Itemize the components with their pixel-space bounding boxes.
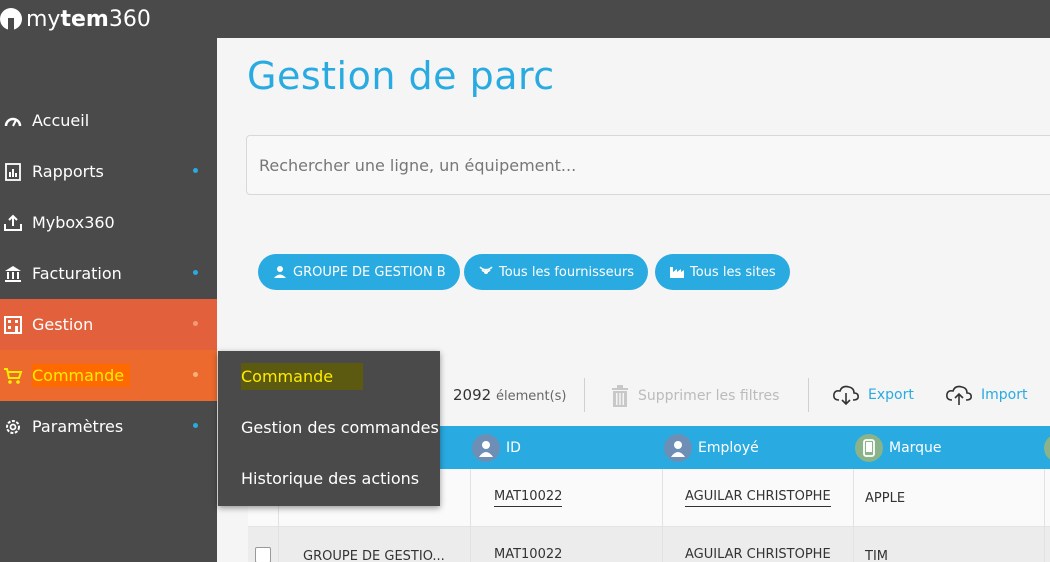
- factory-icon: [669, 265, 685, 279]
- building-icon: [2, 315, 24, 335]
- cell-employee-text: AGUILAR CHRISTOPHE: [685, 489, 831, 507]
- user-group-icon: [272, 265, 288, 279]
- sidebar: Accueil Rapports Mybox360 Facturation Ge…: [0, 38, 217, 562]
- sidebar-item-label: Accueil: [32, 111, 90, 130]
- cell-employee[interactable]: AGUILAR CHRISTOPHE: [685, 527, 831, 562]
- column-divider: [470, 469, 471, 527]
- top-bar: my tem 360: [0, 0, 1050, 38]
- submenu-dot: [193, 372, 198, 377]
- logo-mark-icon: [0, 8, 22, 30]
- column-divider: [662, 527, 663, 562]
- search-input[interactable]: [246, 135, 1050, 195]
- report-icon: [2, 162, 24, 182]
- clear-filters-label: Supprimer les filtres: [638, 388, 780, 404]
- user-avatar-icon: [664, 433, 692, 462]
- cell-id[interactable]: MAT10022: [494, 469, 563, 527]
- signal-icon: [478, 264, 494, 280]
- cell-group: GROUPE DE GESTIO...: [303, 548, 445, 562]
- commande-submenu: Commande Gestion des commandes Historiqu…: [218, 351, 440, 506]
- column-label: Marque: [889, 439, 942, 456]
- row-checkbox[interactable]: [255, 547, 271, 562]
- column-label: ID: [506, 439, 521, 456]
- import-button[interactable]: Import: [945, 384, 1027, 406]
- filter-chip-sites[interactable]: Tous les sites: [655, 254, 790, 290]
- column-label: Employé: [698, 439, 759, 456]
- column-divider: [853, 469, 854, 527]
- column-header-marque[interactable]: Marque: [855, 426, 942, 469]
- cell-id-text: MAT10022: [494, 489, 563, 507]
- sidebar-item-label: Rapports: [32, 162, 104, 181]
- user-avatar-icon: [472, 433, 500, 462]
- table-row[interactable]: GROUPE DE GESTIO... MAT10022 AGUILAR CHR…: [248, 527, 1050, 562]
- sidebar-item-label: Mybox360: [32, 213, 115, 232]
- sidebar-item-label: Paramètres: [32, 417, 124, 436]
- count-value: 2092: [453, 386, 492, 404]
- submenu-dot: [193, 423, 198, 428]
- sidebar-item-mybox360[interactable]: Mybox360: [0, 197, 217, 248]
- export-button[interactable]: Export: [832, 384, 914, 406]
- column-header-id[interactable]: ID: [472, 426, 521, 469]
- clear-filters-button[interactable]: Supprimer les filtres: [610, 384, 779, 408]
- submenu-dot: [193, 321, 198, 326]
- brand-360: 360: [108, 6, 151, 32]
- column-divider: [662, 469, 663, 527]
- cell-id[interactable]: MAT10022: [494, 527, 562, 562]
- sidebar-item-accueil[interactable]: Accueil: [0, 95, 217, 146]
- sidebar-item-label: Gestion: [32, 315, 94, 334]
- column-header-employe[interactable]: Employé: [664, 426, 759, 469]
- cell-id-text: MAT10022: [494, 547, 562, 562]
- sidebar-item-gestion[interactable]: Gestion: [0, 299, 217, 350]
- sidebar-item-commande[interactable]: Commande: [0, 350, 217, 401]
- count-unit: élement(s): [495, 389, 567, 404]
- sidebar-item-label: Commande: [32, 364, 131, 387]
- column-divider: [278, 527, 279, 562]
- export-label: Export: [868, 387, 914, 403]
- column-divider: [1044, 527, 1045, 562]
- phone-icon: [855, 433, 883, 462]
- filter-chip-label: Tous les sites: [690, 264, 776, 280]
- submenu-item-gestion-commandes[interactable]: Gestion des commandes: [241, 418, 439, 437]
- inbox-upload-icon: [2, 213, 24, 233]
- import-label: Import: [981, 387, 1028, 403]
- filter-chip-suppliers[interactable]: Tous les fournisseurs: [464, 254, 648, 290]
- gauge-icon: [2, 111, 24, 131]
- filter-chip-group[interactable]: GROUPE DE GESTION B: [258, 254, 460, 290]
- cell-brand: APPLE: [865, 490, 906, 506]
- brand-tem: tem: [60, 6, 109, 32]
- gear-icon: [2, 417, 24, 437]
- submenu-dot: [193, 270, 198, 275]
- submenu-item-historique-actions[interactable]: Historique des actions: [241, 469, 419, 488]
- filter-chip-label: GROUPE DE GESTION B: [293, 264, 446, 280]
- submenu-item-commande[interactable]: Commande: [241, 363, 364, 390]
- column-header-avatar-partial: [1044, 434, 1050, 462]
- filter-chip-label: Tous les fournisseurs: [499, 264, 634, 280]
- brand-logo[interactable]: my tem 360: [0, 4, 151, 34]
- column-divider: [853, 527, 854, 562]
- column-divider: [1044, 469, 1045, 527]
- brand-my: my: [26, 6, 61, 32]
- column-divider: [470, 527, 471, 562]
- cell-employee-text: AGUILAR CHRISTOPHE: [685, 547, 831, 562]
- toolbar-divider: [808, 378, 809, 412]
- cloud-download-icon: [832, 384, 860, 406]
- cloud-upload-icon: [945, 384, 973, 406]
- bank-icon: [2, 264, 24, 284]
- sidebar-item-facturation[interactable]: Facturation: [0, 248, 217, 299]
- trash-icon: [610, 384, 630, 408]
- page-title: Gestion de parc: [247, 54, 555, 98]
- sidebar-item-rapports[interactable]: Rapports: [0, 146, 217, 197]
- element-count: 2092 élement(s): [453, 386, 567, 404]
- cell-brand: TIM: [865, 548, 888, 562]
- toolbar-divider: [584, 378, 585, 412]
- sidebar-item-parametres[interactable]: Paramètres: [0, 401, 217, 452]
- sidebar-item-label: Facturation: [32, 264, 122, 283]
- submenu-dot: [193, 168, 198, 173]
- cell-employee[interactable]: AGUILAR CHRISTOPHE: [685, 469, 831, 527]
- cart-icon: [2, 366, 24, 386]
